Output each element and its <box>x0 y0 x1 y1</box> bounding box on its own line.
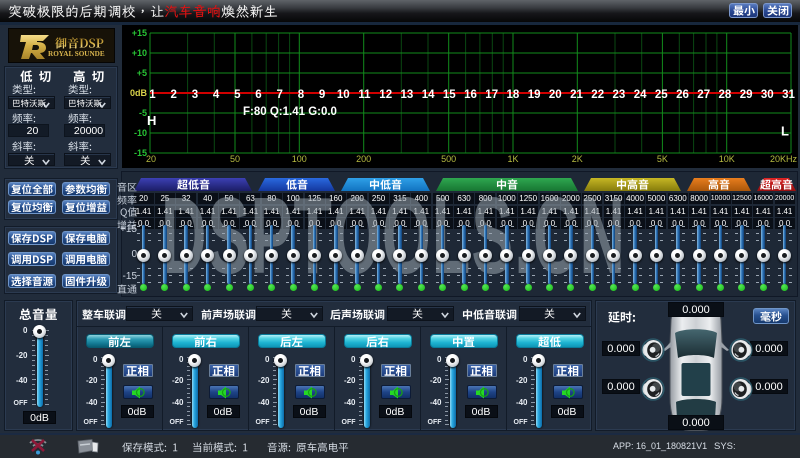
svg-text:27: 27 <box>697 89 710 101</box>
svg-text:5K: 5K <box>657 154 668 164</box>
svg-text:F:80 Q:1.41 G:0.0: F:80 Q:1.41 G:0.0 <box>243 106 337 118</box>
svg-text:+10: +10 <box>132 48 147 58</box>
svg-text:1: 1 <box>149 89 156 101</box>
svg-text:9: 9 <box>319 89 325 101</box>
svg-text:23: 23 <box>613 89 626 101</box>
svg-text:22: 22 <box>591 89 604 101</box>
svg-text:18: 18 <box>507 89 520 101</box>
svg-text:4: 4 <box>213 89 220 101</box>
svg-text:6: 6 <box>255 89 261 101</box>
svg-text:0dB: 0dB <box>130 88 148 98</box>
svg-text:20: 20 <box>549 89 562 101</box>
svg-text:-10: -10 <box>134 128 147 138</box>
svg-text:20KHz: 20KHz <box>770 154 798 164</box>
svg-text:L: L <box>781 124 789 139</box>
svg-text:10: 10 <box>337 89 350 101</box>
svg-text:26: 26 <box>676 89 689 101</box>
svg-text:2K: 2K <box>572 154 583 164</box>
svg-text:20: 20 <box>146 154 156 164</box>
svg-text:16: 16 <box>464 89 477 101</box>
svg-text:24: 24 <box>634 89 647 101</box>
svg-text:19: 19 <box>528 89 541 101</box>
svg-text:10K: 10K <box>719 154 735 164</box>
svg-text:30: 30 <box>761 89 774 101</box>
svg-text:5: 5 <box>234 89 241 101</box>
svg-text:31: 31 <box>782 89 795 101</box>
svg-text:25: 25 <box>655 89 668 101</box>
svg-text:12: 12 <box>379 89 392 101</box>
svg-text:21: 21 <box>570 89 583 101</box>
svg-text:+5: +5 <box>137 68 147 78</box>
svg-text:14: 14 <box>422 89 435 101</box>
svg-text:1K: 1K <box>507 154 518 164</box>
svg-text:3: 3 <box>192 89 198 101</box>
svg-text:+15: +15 <box>132 28 147 38</box>
svg-text:13: 13 <box>401 89 414 101</box>
svg-text:15: 15 <box>443 89 456 101</box>
svg-text:11: 11 <box>358 89 371 101</box>
svg-text:200: 200 <box>356 154 371 164</box>
svg-text:7: 7 <box>276 89 282 101</box>
svg-text:28: 28 <box>719 89 732 101</box>
svg-text:H: H <box>147 113 156 128</box>
svg-text:17: 17 <box>485 89 498 101</box>
svg-text:8: 8 <box>298 89 305 101</box>
svg-text:29: 29 <box>740 89 753 101</box>
svg-text:100: 100 <box>292 154 307 164</box>
svg-text:-5: -5 <box>139 108 147 118</box>
svg-text:2: 2 <box>170 89 176 101</box>
svg-text:500: 500 <box>441 154 456 164</box>
svg-text:50: 50 <box>230 154 240 164</box>
